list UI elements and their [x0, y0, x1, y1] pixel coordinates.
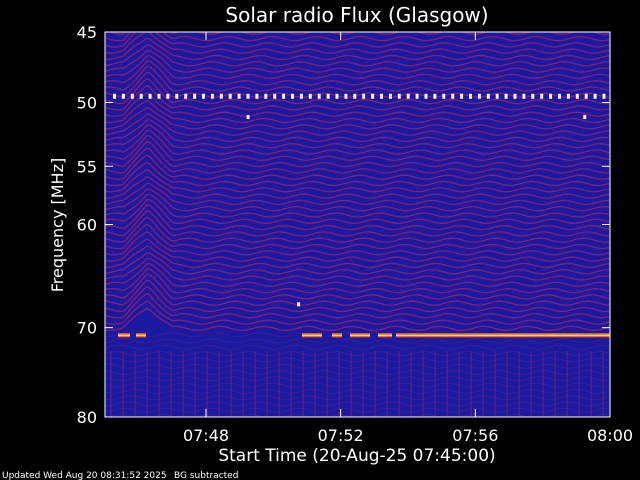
- interference-dot: [433, 93, 437, 99]
- interference-dot: [415, 93, 419, 99]
- interference-dot: [380, 93, 383, 99]
- interference-dot: [353, 93, 357, 99]
- interference-dot: [148, 93, 152, 99]
- interference-dot: [477, 93, 481, 99]
- band-core: [350, 334, 370, 336]
- y-tick-label: 70: [77, 319, 97, 338]
- interference-dot: [202, 93, 205, 99]
- interference-dot: [371, 93, 375, 99]
- interference-dot: [237, 93, 241, 99]
- interference-dot: [210, 93, 214, 99]
- interference-dot: [175, 93, 179, 99]
- interference-dot: [558, 93, 561, 99]
- interference-dot: [540, 93, 544, 99]
- y-axis-label: Frequency [MHz]: [48, 158, 67, 292]
- interference-dot: [228, 93, 232, 99]
- y-tick-label: 80: [77, 408, 97, 427]
- interference-dot: [326, 93, 330, 99]
- interference-dot: [335, 93, 339, 99]
- interference-dot: [451, 93, 455, 99]
- interference-dot: [442, 93, 446, 99]
- interference-dot: [299, 93, 303, 99]
- interference-dot: [219, 93, 223, 99]
- x-axis-label: Start Time (20-Aug-25 07:45:00): [218, 446, 495, 466]
- footer-updated: Updated Wed Aug 20 08:31:52 2025: [2, 471, 167, 480]
- band-core: [118, 334, 130, 336]
- interference-dot: [495, 93, 499, 99]
- x-tick-label: 07:52: [318, 426, 364, 445]
- interference-dot: [291, 93, 294, 99]
- y-tick-label: 45: [77, 23, 97, 42]
- interference-dot: [549, 93, 553, 99]
- interference-dot: [406, 93, 410, 99]
- interference-dot: [486, 93, 490, 99]
- interference-dot: [593, 93, 597, 99]
- chart-title: Solar radio Flux (Glasgow): [225, 3, 488, 27]
- spectrogram: [105, 32, 610, 417]
- x-tick-label: 07:48: [183, 426, 229, 445]
- y-tick-label: 55: [77, 157, 97, 176]
- interference-dot: [522, 93, 526, 99]
- interference-dot: [282, 93, 286, 99]
- interference-dot: [113, 93, 116, 99]
- interference-dot: [602, 93, 606, 99]
- band-core: [378, 334, 392, 336]
- isolated-dot: [246, 115, 250, 120]
- band-core: [396, 334, 610, 336]
- interference-dot: [584, 93, 588, 99]
- interference-dot: [504, 93, 508, 99]
- interference-dot: [469, 93, 472, 99]
- y-tick-label: 50: [77, 94, 97, 113]
- isolated-dot: [297, 302, 301, 307]
- interference-dot: [130, 93, 134, 99]
- x-tick-label: 08:00: [587, 426, 633, 445]
- interference-dot: [121, 93, 125, 99]
- interference-dot: [531, 93, 535, 99]
- interference-dot: [273, 93, 277, 99]
- interference-dot: [139, 93, 143, 99]
- interference-dot: [264, 93, 268, 99]
- interference-dot: [362, 93, 366, 99]
- interference-dot: [184, 93, 188, 99]
- interference-dot: [388, 93, 392, 99]
- interference-dot: [317, 93, 321, 99]
- interference-dot: [157, 93, 161, 99]
- band-core: [302, 334, 322, 336]
- interference-dot: [575, 93, 579, 99]
- interference-dot: [566, 93, 570, 99]
- interference-dot: [460, 93, 464, 99]
- isolated-dot: [583, 115, 587, 120]
- interference-dot: [397, 93, 401, 99]
- band-core: [332, 334, 342, 336]
- interference-dot: [344, 93, 348, 99]
- footer-note: BG subtracted: [174, 471, 238, 480]
- interference-dot: [255, 93, 259, 99]
- x-tick-label: 07:56: [452, 426, 498, 445]
- interference-dot: [308, 93, 312, 99]
- interference-dot: [424, 93, 428, 99]
- chart: 45 50 55 60 70 80 07:48 07:52 07:56 08:00 Solar r…: [0, 0, 640, 480]
- y-tick-label: 60: [77, 216, 97, 235]
- interference-dot: [166, 93, 170, 99]
- interference-dot: [513, 93, 517, 99]
- band-core: [136, 334, 146, 336]
- interference-dot: [246, 93, 250, 99]
- interference-dot: [193, 93, 197, 99]
